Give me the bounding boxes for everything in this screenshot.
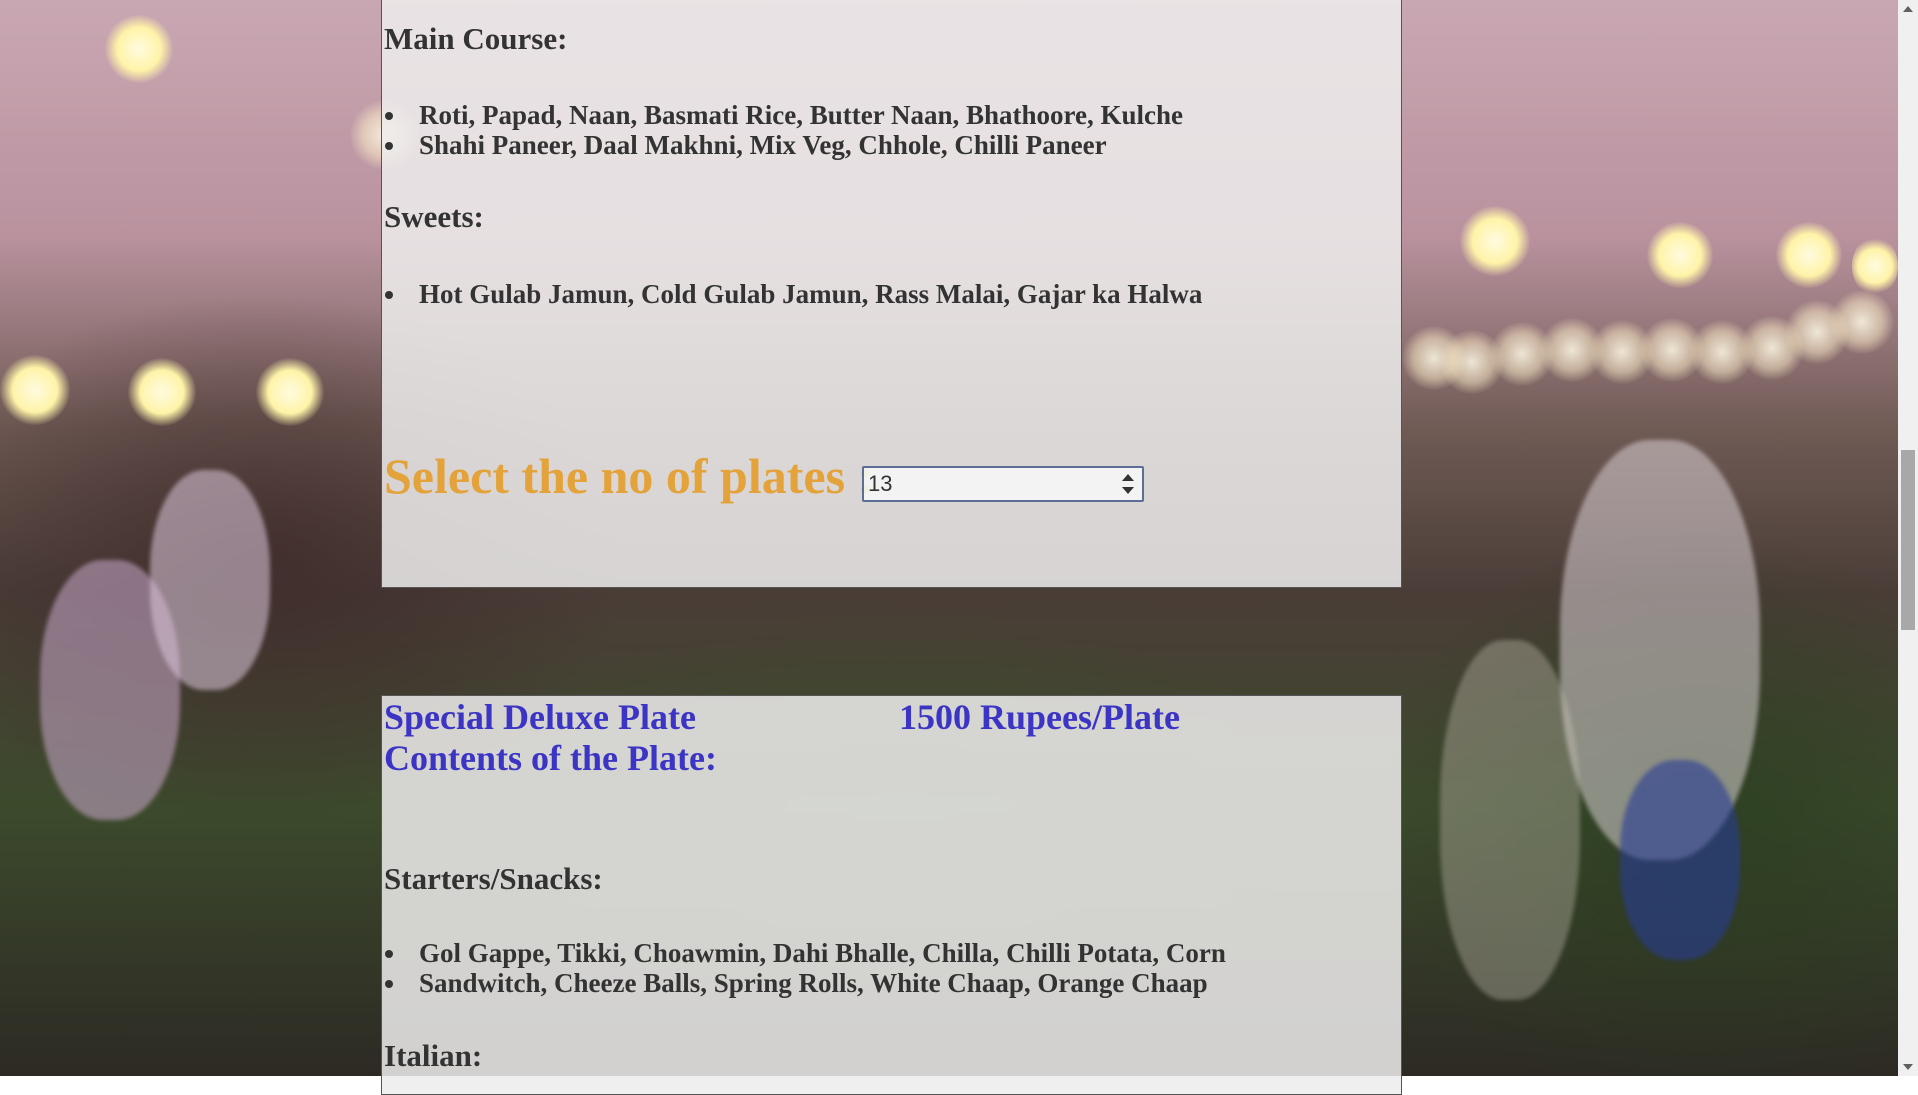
vertical-scrollbar[interactable]: [1898, 0, 1918, 1076]
main-course-heading: Main Course:: [384, 21, 568, 56]
main-course-list: Roti, Papad, Naan, Basmati Rice, Butter …: [382, 100, 1183, 160]
increment-icon[interactable]: [1122, 474, 1134, 481]
scrollbar-thumb[interactable]: [1901, 450, 1915, 630]
plate-card-previous: Main Course: Roti, Papad, Naan, Basmati …: [381, 0, 1402, 588]
starters-list: Gol Gappe, Tikki, Choawmin, Dahi Bhalle,…: [382, 938, 1226, 998]
stepper-buttons[interactable]: [1122, 473, 1136, 497]
scroll-down-icon[interactable]: [1903, 1064, 1913, 1070]
plates-count-label: Select the no of plates :: [384, 448, 875, 504]
plate-price: 1500 Rupees/Plate: [899, 697, 1180, 737]
scroll-up-icon[interactable]: [1903, 6, 1913, 12]
list-item: Hot Gulab Jamun, Cold Gulab Jamun, Rass …: [382, 279, 1202, 309]
list-item: Roti, Papad, Naan, Basmati Rice, Butter …: [382, 100, 1183, 130]
decrement-icon[interactable]: [1122, 487, 1134, 494]
plates-count-stepper[interactable]: [862, 466, 1144, 502]
list-item: Gol Gappe, Tikki, Choawmin, Dahi Bhalle,…: [382, 938, 1226, 968]
list-item: Shahi Paneer, Daal Makhni, Mix Veg, Chho…: [382, 130, 1183, 160]
starters-heading: Starters/Snacks:: [384, 861, 603, 896]
list-item: Sandwitch, Cheeze Balls, Spring Rolls, W…: [382, 968, 1226, 998]
plate-card-special-deluxe: Special Deluxe Plate 1500 Rupees/Plate C…: [381, 695, 1402, 1095]
sweets-list: Hot Gulab Jamun, Cold Gulab Jamun, Rass …: [382, 279, 1202, 309]
sweets-heading: Sweets:: [384, 199, 484, 234]
plate-contents-label: Contents of the Plate:: [384, 738, 717, 778]
italian-heading: Italian:: [384, 1038, 483, 1073]
plates-count-input[interactable]: [864, 468, 1108, 500]
plate-name: Special Deluxe Plate: [384, 697, 696, 737]
